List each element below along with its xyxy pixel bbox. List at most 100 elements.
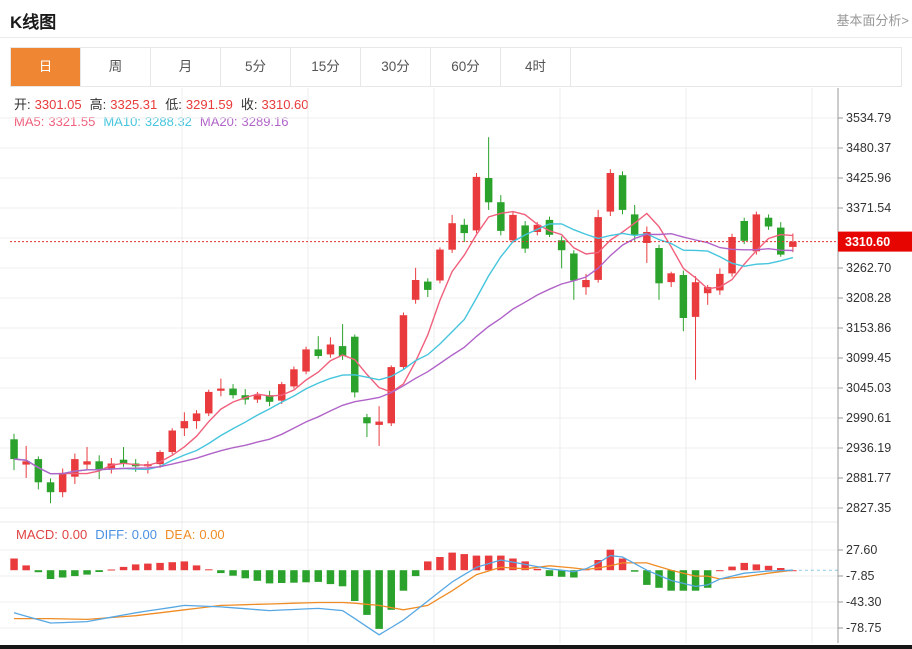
macd-bar <box>655 570 663 588</box>
candle-body <box>278 384 286 401</box>
candle-body <box>290 369 298 386</box>
candle-body <box>607 173 615 212</box>
macd-bar <box>631 570 639 572</box>
macd-bar <box>132 564 140 570</box>
macd-bar <box>546 570 554 576</box>
kline-page: K线图 基本面分析> 日周月5分15分30分60分4时 开:3301.05高:3… <box>0 0 912 649</box>
macd-bar <box>181 561 189 570</box>
tab-周[interactable]: 周 <box>81 48 151 86</box>
macd-bar <box>388 570 396 610</box>
candle-body <box>753 214 761 251</box>
price-axis-label: 2936.19 <box>846 441 891 455</box>
candle-body <box>582 280 590 287</box>
price-axis-label: 2990.61 <box>846 411 891 425</box>
macd-bar <box>473 556 481 571</box>
macd-axis-label: -7.85 <box>846 569 875 583</box>
macd-bar <box>558 570 566 577</box>
price-axis-label: 3099.45 <box>846 351 891 365</box>
current-price-tag: 3310.60 <box>838 232 912 252</box>
candle-body <box>205 392 213 414</box>
macd-bar <box>193 565 201 570</box>
candle-body <box>95 461 103 469</box>
macd-bar <box>643 570 651 585</box>
macd-axis-label: -78.75 <box>846 621 881 635</box>
macd-bar <box>400 570 408 591</box>
candle-body <box>302 349 310 371</box>
candle-body <box>35 459 43 482</box>
macd-bar <box>266 570 274 583</box>
candle-body <box>619 175 627 210</box>
tab-60分[interactable]: 60分 <box>431 48 501 86</box>
macd-bar <box>375 570 383 629</box>
candle-body <box>169 431 177 453</box>
price-axis-label: 3480.37 <box>846 141 891 155</box>
macd-bar <box>120 567 128 570</box>
price-axis-label: 3425.96 <box>846 171 891 185</box>
candle-body <box>570 254 578 281</box>
title-divider <box>0 37 912 38</box>
macd-bar <box>10 559 17 571</box>
macd-bar <box>765 566 773 570</box>
price-axis-label: 2827.35 <box>846 501 891 515</box>
candle-body <box>765 218 773 227</box>
candle-body <box>59 473 67 492</box>
candle-body <box>448 223 456 250</box>
tab-月[interactable]: 月 <box>151 48 221 86</box>
macd-bar <box>315 570 323 582</box>
candle-body <box>728 237 736 273</box>
macd-bar <box>35 570 43 572</box>
macd-axis-label: 27.60 <box>846 543 877 557</box>
candle-body <box>789 242 797 247</box>
macd-bar <box>741 563 749 570</box>
fundamental-analysis-link[interactable]: 基本面分析> <box>836 10 909 29</box>
macd-bar <box>59 570 67 577</box>
candle-body <box>485 178 493 202</box>
macd-bar <box>290 570 298 583</box>
kline-chart[interactable]: 3534.793480.373425.963371.543262.703208.… <box>0 88 912 649</box>
candle-body <box>692 282 700 317</box>
price-axis-label: 3371.54 <box>846 201 891 215</box>
macd-bar <box>363 570 371 615</box>
candle-body <box>655 248 663 283</box>
macd-bar <box>607 550 615 571</box>
tabbar-filler <box>571 48 901 86</box>
candle-body <box>436 250 444 281</box>
macd-bar <box>205 569 213 570</box>
macd-bar <box>242 570 250 578</box>
svg-text:3310.60: 3310.60 <box>845 235 890 249</box>
candle-body <box>680 275 688 318</box>
candle-body <box>667 273 675 282</box>
page-title: K线图 <box>10 8 56 33</box>
macd-bar <box>83 570 91 574</box>
candle-body <box>10 439 17 459</box>
candle-body <box>351 337 359 393</box>
macd-bar <box>169 562 177 570</box>
candle-body <box>741 221 749 241</box>
macd-bar <box>534 569 542 571</box>
tab-4时[interactable]: 4时 <box>501 48 571 86</box>
candle-body <box>424 282 432 290</box>
macd-bar <box>47 570 55 579</box>
candle-body <box>400 315 408 367</box>
macd-bar <box>753 564 761 570</box>
macd-bar <box>728 567 736 571</box>
macd-bar <box>229 570 237 576</box>
candle-body <box>83 461 91 464</box>
tab-30分[interactable]: 30分 <box>361 48 431 86</box>
price-axis-label: 2881.77 <box>846 471 891 485</box>
macd-bar <box>95 570 103 572</box>
tab-15分[interactable]: 15分 <box>291 48 361 86</box>
tab-5分[interactable]: 5分 <box>221 48 291 86</box>
period-tabbar: 日周月5分15分30分60分4时 <box>10 47 902 87</box>
macd-bar <box>351 570 359 601</box>
diff-line <box>14 556 793 635</box>
candle-body <box>375 422 383 425</box>
macd-bar <box>448 553 456 571</box>
macd-bar <box>716 570 724 571</box>
candle-body <box>327 345 335 355</box>
candle-body <box>412 280 420 300</box>
macd-bar <box>424 561 432 570</box>
tab-日[interactable]: 日 <box>11 48 81 86</box>
gridlines <box>0 88 838 643</box>
candle-body <box>473 177 481 231</box>
